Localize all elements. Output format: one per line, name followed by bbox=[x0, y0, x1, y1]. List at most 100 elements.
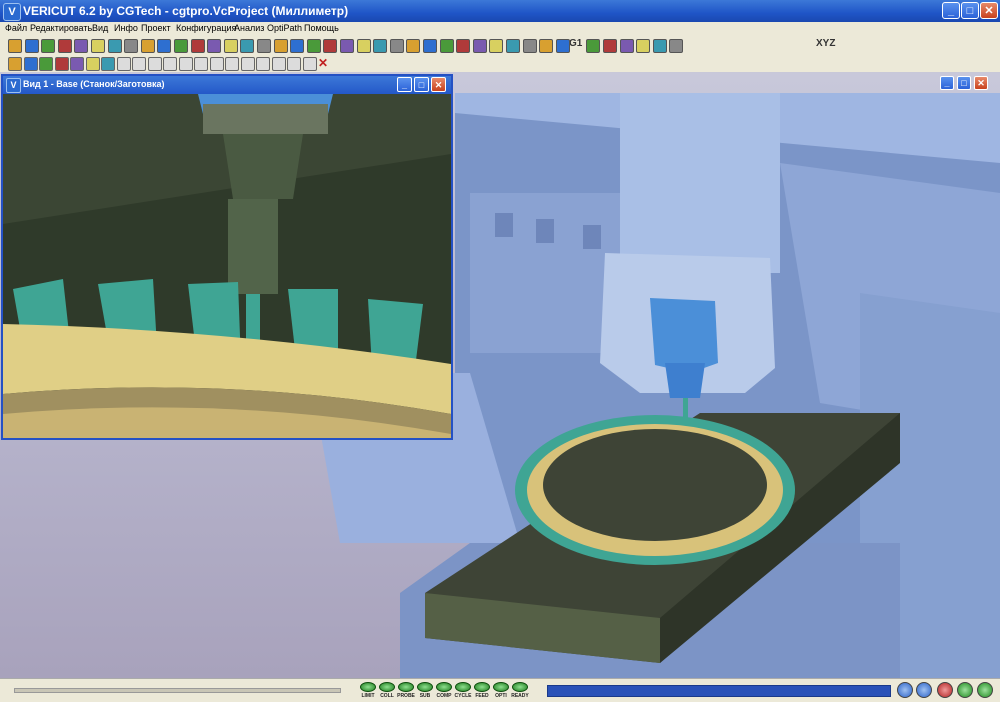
compare-icon[interactable] bbox=[473, 39, 487, 53]
view-icon[interactable] bbox=[636, 39, 650, 53]
status-led-cycle: CYCLE bbox=[454, 682, 472, 699]
app-titlebar: V VERICUT 6.2 by CGTech - cgtpro.VcProje… bbox=[0, 0, 1000, 22]
tool-icon[interactable] bbox=[191, 39, 205, 53]
save-icon[interactable] bbox=[25, 39, 39, 53]
view-5-icon[interactable] bbox=[178, 57, 193, 71]
play-button[interactable] bbox=[977, 682, 993, 698]
wizard-icon[interactable] bbox=[669, 39, 683, 53]
view-8-icon[interactable] bbox=[225, 57, 239, 71]
report-icon[interactable] bbox=[423, 39, 437, 53]
inspect-icon[interactable] bbox=[539, 39, 553, 53]
viewport-maximize-button[interactable]: □ bbox=[957, 76, 971, 90]
view-9-icon[interactable] bbox=[240, 57, 255, 71]
led-indicator-icon bbox=[417, 682, 433, 692]
analysis-icon[interactable] bbox=[489, 39, 503, 53]
import-icon[interactable] bbox=[240, 39, 254, 53]
menu-analysis[interactable]: Анализ bbox=[234, 23, 264, 33]
optipath-icon[interactable] bbox=[456, 39, 470, 53]
view-6-icon[interactable] bbox=[194, 57, 208, 71]
zoom-icon[interactable] bbox=[556, 39, 570, 53]
menu-help[interactable]: Помощь bbox=[304, 23, 339, 33]
status-led-sub: SUB bbox=[416, 682, 434, 699]
viewport-close-button[interactable]: ✕ bbox=[974, 76, 988, 90]
view-12-icon[interactable] bbox=[287, 57, 301, 71]
minimize-button[interactable]: _ bbox=[942, 2, 960, 19]
main-viewport[interactable]: _ □ ✕ V Вид 1 - Base (Станок/Заготовка) … bbox=[0, 73, 1000, 678]
view-1-icon[interactable] bbox=[116, 57, 131, 71]
machine-icon[interactable] bbox=[174, 39, 188, 53]
fixture-icon[interactable] bbox=[307, 39, 321, 53]
status-slider-track[interactable] bbox=[14, 688, 341, 693]
layout-icon[interactable] bbox=[8, 57, 22, 71]
tile-icon[interactable] bbox=[39, 57, 53, 71]
open-file-icon[interactable] bbox=[8, 39, 22, 53]
folder-open-icon[interactable] bbox=[74, 39, 88, 53]
window-icon[interactable] bbox=[70, 57, 84, 71]
layers-icon[interactable] bbox=[157, 39, 171, 53]
view-7-icon[interactable] bbox=[209, 57, 224, 71]
split-icon[interactable] bbox=[85, 57, 100, 71]
maximize-button[interactable]: □ bbox=[961, 2, 979, 19]
close-button[interactable]: ✕ bbox=[980, 2, 998, 19]
menu-edit[interactable]: Редактировать bbox=[30, 23, 92, 33]
subview-titlebar: V Вид 1 - Base (Станок/Заготовка) _ □ ✕ bbox=[3, 76, 451, 94]
cube-icon[interactable] bbox=[373, 39, 387, 53]
menu-view[interactable]: Вид bbox=[92, 23, 108, 33]
rotate-icon[interactable] bbox=[603, 39, 617, 53]
subview-close-button[interactable]: ✕ bbox=[431, 77, 446, 92]
pan-icon[interactable] bbox=[620, 39, 634, 53]
simulate-icon[interactable] bbox=[406, 39, 420, 53]
camera-icon[interactable] bbox=[523, 39, 537, 53]
component-icon[interactable] bbox=[274, 39, 288, 53]
tree-icon[interactable] bbox=[257, 39, 271, 53]
paste-icon[interactable] bbox=[141, 39, 155, 53]
coordinate-icon[interactable] bbox=[323, 39, 337, 53]
program-icon[interactable] bbox=[390, 39, 404, 53]
zoom-view-canvas[interactable] bbox=[3, 94, 451, 438]
menu-project[interactable]: Проект bbox=[141, 23, 171, 33]
subview-window[interactable]: V Вид 1 - Base (Станок/Заготовка) _ □ ✕ bbox=[1, 74, 453, 440]
delete-icon[interactable]: ✕ bbox=[318, 57, 330, 69]
simulation-progress-bar bbox=[547, 685, 891, 697]
step-button[interactable] bbox=[957, 682, 973, 698]
viewport-minimize-button[interactable]: _ bbox=[940, 76, 954, 90]
measure-icon[interactable] bbox=[340, 39, 354, 53]
save-as-icon[interactable] bbox=[41, 39, 55, 53]
view-2-icon[interactable] bbox=[132, 57, 146, 71]
led-label: OPTI bbox=[495, 693, 507, 699]
fit-icon[interactable] bbox=[586, 39, 600, 53]
view-13-icon[interactable] bbox=[302, 57, 317, 71]
status-led-limit: LIMIT bbox=[359, 682, 377, 699]
view-11-icon[interactable] bbox=[271, 57, 286, 71]
copy-icon[interactable] bbox=[124, 39, 138, 53]
flip-icon[interactable] bbox=[23, 57, 38, 71]
subview-maximize-button[interactable]: □ bbox=[414, 77, 429, 92]
menu-info[interactable]: Инфо bbox=[114, 23, 138, 33]
record-button[interactable] bbox=[937, 682, 953, 698]
status-led-coll: COLL bbox=[378, 682, 396, 699]
g1-button[interactable]: G1 bbox=[569, 38, 582, 49]
probe-icon[interactable] bbox=[440, 39, 454, 53]
help-icon[interactable] bbox=[653, 39, 667, 53]
xyz-button[interactable]: XYZ bbox=[816, 38, 835, 49]
axis-icon[interactable] bbox=[357, 39, 371, 53]
view-3-icon[interactable] bbox=[147, 57, 162, 71]
section-icon[interactable] bbox=[506, 39, 520, 53]
document-icon[interactable] bbox=[108, 39, 122, 53]
export-icon[interactable] bbox=[91, 39, 105, 53]
view-4-icon[interactable] bbox=[163, 57, 177, 71]
menu-configuration[interactable]: Конфигурация bbox=[176, 23, 236, 33]
status-led-feed: FEED bbox=[473, 682, 491, 699]
subview-minimize-button[interactable]: _ bbox=[397, 77, 412, 92]
gear-icon[interactable] bbox=[207, 39, 221, 53]
settings-icon[interactable] bbox=[224, 39, 238, 53]
menu-file[interactable]: Файл bbox=[5, 23, 27, 33]
folder-icon[interactable] bbox=[58, 39, 72, 53]
model-icon[interactable] bbox=[290, 39, 304, 53]
arrange-icon[interactable] bbox=[54, 57, 69, 71]
stop-button[interactable] bbox=[916, 682, 932, 698]
rewind-button[interactable] bbox=[897, 682, 913, 698]
view-10-icon[interactable] bbox=[256, 57, 270, 71]
menu-optipath[interactable]: OptiPath bbox=[267, 23, 302, 33]
grid-icon[interactable] bbox=[101, 57, 115, 71]
